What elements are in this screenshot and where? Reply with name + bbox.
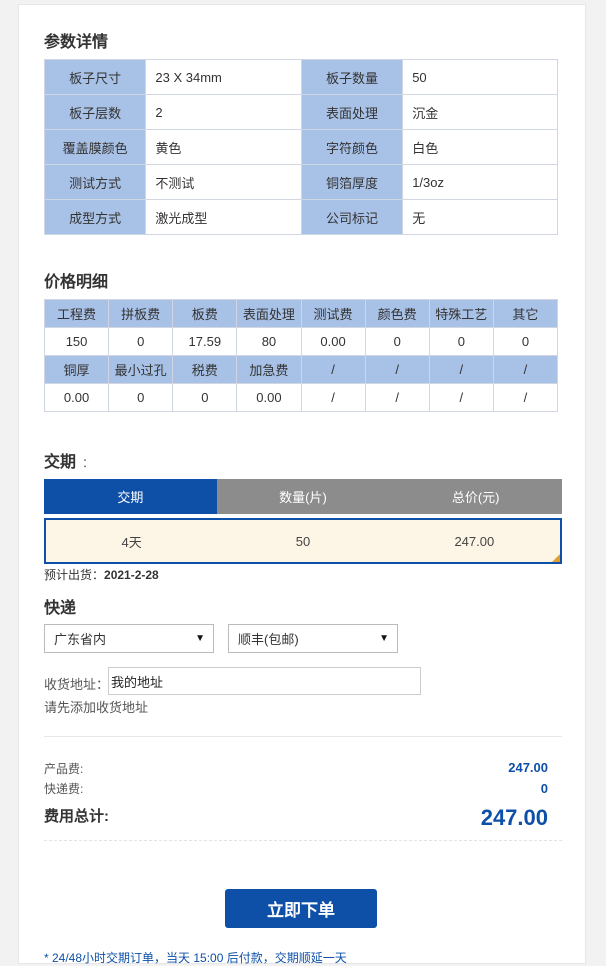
carrier-select[interactable]: 顺丰(包邮) ▼ xyxy=(228,624,398,653)
delivery-title: 交期： xyxy=(44,454,95,471)
price-value-cell: 0 xyxy=(492,327,559,356)
price-row: 工程费 拼板费 板费 表面处理 测试费 颜色费 特殊工艺 其它 xyxy=(43,299,559,328)
param-value: 2 xyxy=(145,94,302,130)
param-key: 覆盖膜颜色 xyxy=(43,129,147,165)
region-value: 广东省内 xyxy=(54,632,107,647)
product-fee-value: 247.00 xyxy=(508,760,548,775)
price-value-cell: 150 xyxy=(43,327,110,356)
param-row: 板子尺寸 23 X 34mm 板子数量 50 xyxy=(43,59,558,95)
param-key: 测试方式 xyxy=(43,164,147,200)
param-row: 成型方式 激光成型 公司标记无 xyxy=(43,199,558,235)
param-value: 1/3oz xyxy=(402,164,558,200)
price-value-cell: / xyxy=(492,383,559,412)
param-value: 白色 xyxy=(402,129,558,165)
param-value: 不测试 xyxy=(145,164,302,200)
place-order-button[interactable]: 立即下单 xyxy=(225,889,377,928)
price-header-cell: 加急费 xyxy=(236,355,302,384)
price-header-cell: / xyxy=(428,355,494,384)
price-header-cell: / xyxy=(300,355,366,384)
price-row: 150 0 17.59 80 0.00 0 0 0 xyxy=(43,327,559,356)
price-title: 价格明细 xyxy=(44,274,109,291)
address-label: 收货地址： xyxy=(44,677,110,692)
product-fee-label: 产品费: xyxy=(44,762,84,776)
price-header-cell: 特殊工艺 xyxy=(428,299,494,328)
param-value: 无 xyxy=(402,199,558,235)
price-value-cell: 0 xyxy=(428,327,494,356)
tab-delivery[interactable]: 交期 xyxy=(44,479,217,514)
delivery-note: * 24/48小时交期订单，当天 15:00 后付款，交期顺延一天 xyxy=(44,951,347,965)
price-value-cell: 0 xyxy=(172,383,238,412)
delivery-option-row[interactable]: 4天 50 247.00 xyxy=(44,518,562,564)
param-row: 测试方式 不测试 铜箔厚度 1/3oz xyxy=(43,164,558,200)
price-value-cell: 17.59 xyxy=(172,327,238,356)
dropdown-arrow-icon: ▼ xyxy=(195,633,205,644)
region-select[interactable]: 广东省内 ▼ xyxy=(44,624,214,653)
estimated-ship: 预计出货：2021-2-28 xyxy=(44,568,159,582)
tab-quantity[interactable]: 数量(片) xyxy=(216,479,390,514)
param-key: 铜箔厚度 xyxy=(300,164,404,200)
shipping-fee-label: 快递费: xyxy=(44,782,84,796)
price-header-cell: 测试费 xyxy=(300,299,366,328)
price-header-cell: 颜色费 xyxy=(364,299,430,328)
divider xyxy=(44,736,562,737)
price-header-cell: 拼板费 xyxy=(108,299,174,328)
delivery-days: 4天 xyxy=(121,534,142,550)
price-value-cell: 0 xyxy=(364,327,430,356)
param-key: 板子尺寸 xyxy=(43,59,147,95)
price-value-cell: 0 xyxy=(108,327,174,356)
price-header-cell: / xyxy=(364,355,430,384)
price-value-cell: 0.00 xyxy=(300,327,366,356)
param-key: 成型方式 xyxy=(43,199,147,235)
total-label: 费用总计: xyxy=(44,808,109,825)
dropdown-arrow-icon: ▼ xyxy=(379,633,389,644)
price-header-cell: 其它 xyxy=(492,299,559,328)
param-row: 板子层数 2 表面处理 沉金 xyxy=(43,94,558,130)
price-value-cell: 0 xyxy=(108,383,174,412)
param-key: 公司标记 xyxy=(300,199,404,235)
params-table: 板子尺寸 23 X 34mm 板子数量 50 板子层数 2 表面处理 沉金 覆盖膜颜色 黄色 字符颜… xyxy=(43,59,558,235)
price-value-cell: 0.00 xyxy=(236,383,302,412)
address-hint: 请先添加收货地址 xyxy=(44,700,149,715)
delivery-qty: 50 xyxy=(295,533,311,549)
param-key: 板子层数 xyxy=(43,94,147,130)
price-row: 铜厚 最小过孔 税费 加急费 / / / / xyxy=(43,355,559,384)
price-header-cell: 铜厚 xyxy=(43,355,110,384)
param-key: 字符颜色 xyxy=(300,129,404,165)
price-row: 0.00 0 0 0.00// / / xyxy=(43,383,559,412)
param-value: 23 X 34mm xyxy=(145,59,302,95)
price-header-cell: 最小过孔 xyxy=(108,355,174,384)
shipping-fee-value: 0 xyxy=(540,781,548,796)
params-title: 参数详情 xyxy=(44,34,109,51)
delivery-tabs: 交期 数量(片) 总价(元) xyxy=(44,479,563,514)
address-input[interactable]: 我的地址 xyxy=(108,667,421,695)
param-value: 50 xyxy=(402,59,558,95)
price-value-cell: 0.00 xyxy=(43,383,110,412)
order-panel: 参数详情 板子尺寸 23 X 34mm 板子数量 50 板子层数 2 表面处理 沉金 覆盖膜颜色… xyxy=(18,4,586,965)
param-value: 激光成型 xyxy=(145,199,302,235)
price-table: 工程费 拼板费 板费 表面处理 测试费 颜色费 特殊工艺 其它 150 0 17.59 80 0.00 0… xyxy=(43,299,559,412)
price-value-cell: 80 xyxy=(236,327,302,356)
price-header-cell: 工程费 xyxy=(43,299,110,328)
total-value: 247.00 xyxy=(480,805,548,830)
price-header-cell: 表面处理 xyxy=(236,299,302,328)
price-header-cell: / xyxy=(492,355,559,384)
carrier-value: 顺丰(包邮) xyxy=(238,632,299,647)
param-row: 覆盖膜颜色 黄色 字符颜色 白色 xyxy=(43,129,558,165)
divider xyxy=(44,840,562,841)
price-value-cell: / xyxy=(300,383,366,412)
tab-total-price[interactable]: 总价(元) xyxy=(389,479,563,514)
param-value: 黄色 xyxy=(145,129,302,165)
param-key: 板子数量 xyxy=(300,59,404,95)
param-key: 表面处理 xyxy=(300,94,404,130)
price-value-cell: / xyxy=(364,383,430,412)
express-title: 快递 xyxy=(44,600,77,617)
param-value: 沉金 xyxy=(402,94,558,130)
price-value-cell: / xyxy=(428,383,494,412)
price-header-cell: 板费 xyxy=(172,299,238,328)
selected-corner-icon xyxy=(552,554,560,562)
price-header-cell: 税费 xyxy=(172,355,238,384)
delivery-total: 247.00 xyxy=(454,533,495,549)
